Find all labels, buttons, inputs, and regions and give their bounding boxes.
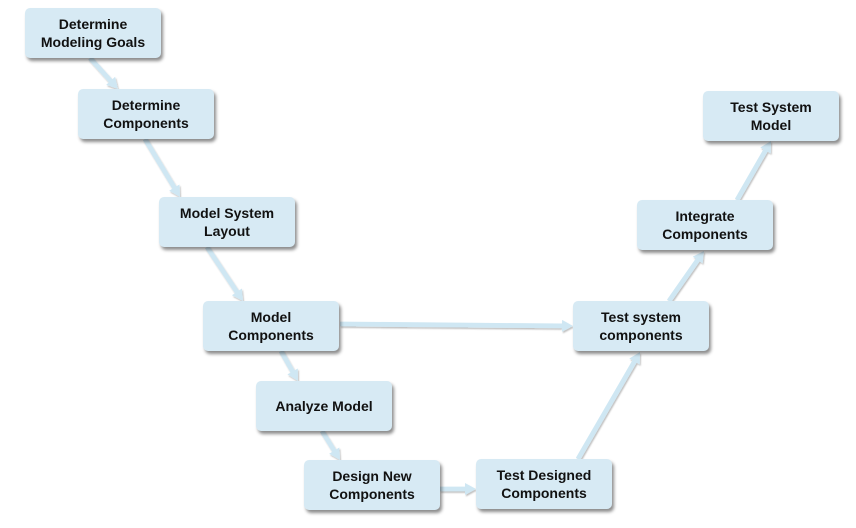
node-label: Test System Model (730, 99, 812, 133)
node-label: Model Components (228, 309, 314, 343)
node-test-designed-components: Test Designed Components (476, 459, 612, 509)
node-label: Analyze Model (275, 398, 373, 414)
node-test-system-components: Test system components (573, 301, 709, 351)
node-integrate-components: Integrate Components (637, 200, 773, 250)
arrows-layer (88, 56, 771, 495)
node-label: Integrate Components (662, 208, 748, 242)
node-determine-modeling-goals: Determine Modeling Goals (25, 8, 161, 58)
node-label: Design New Components (329, 468, 415, 502)
node-analyze-model: Analyze Model (256, 381, 392, 431)
node-model-components: Model Components (203, 301, 339, 351)
node-label: Determine Modeling Goals (40, 16, 146, 50)
arrow-test-system-components-to-integrate-components (667, 251, 704, 303)
arrow-analyze-model-to-design-new-components (320, 429, 340, 460)
arrow-determine-components-to-model-system-layout (142, 137, 180, 197)
arrow-model-system-layout-to-model-components (205, 245, 243, 301)
node-label: Determine Components (103, 97, 189, 131)
node-test-system-model: Test System Model (703, 91, 839, 141)
node-determine-components: Determine Components (78, 89, 214, 139)
arrow-model-components-to-test-system-components (340, 319, 573, 332)
node-label: Model System Layout (179, 205, 275, 239)
arrow-design-new-components-to-test-designed-components (440, 483, 476, 495)
arrow-integrate-components-to-test-system-model (734, 141, 771, 202)
node-design-new-components: Design New Components (304, 460, 440, 510)
arrow-test-designed-components-to-test-system-components (575, 352, 640, 461)
node-label: Test Designed Components (496, 467, 592, 501)
arrow-determine-modeling-goals-to-determine-components (88, 56, 118, 89)
arrow-model-components-to-analyze-model (278, 349, 298, 381)
node-label: Test system components (599, 309, 683, 343)
node-model-system-layout: Model System Layout (159, 197, 295, 247)
